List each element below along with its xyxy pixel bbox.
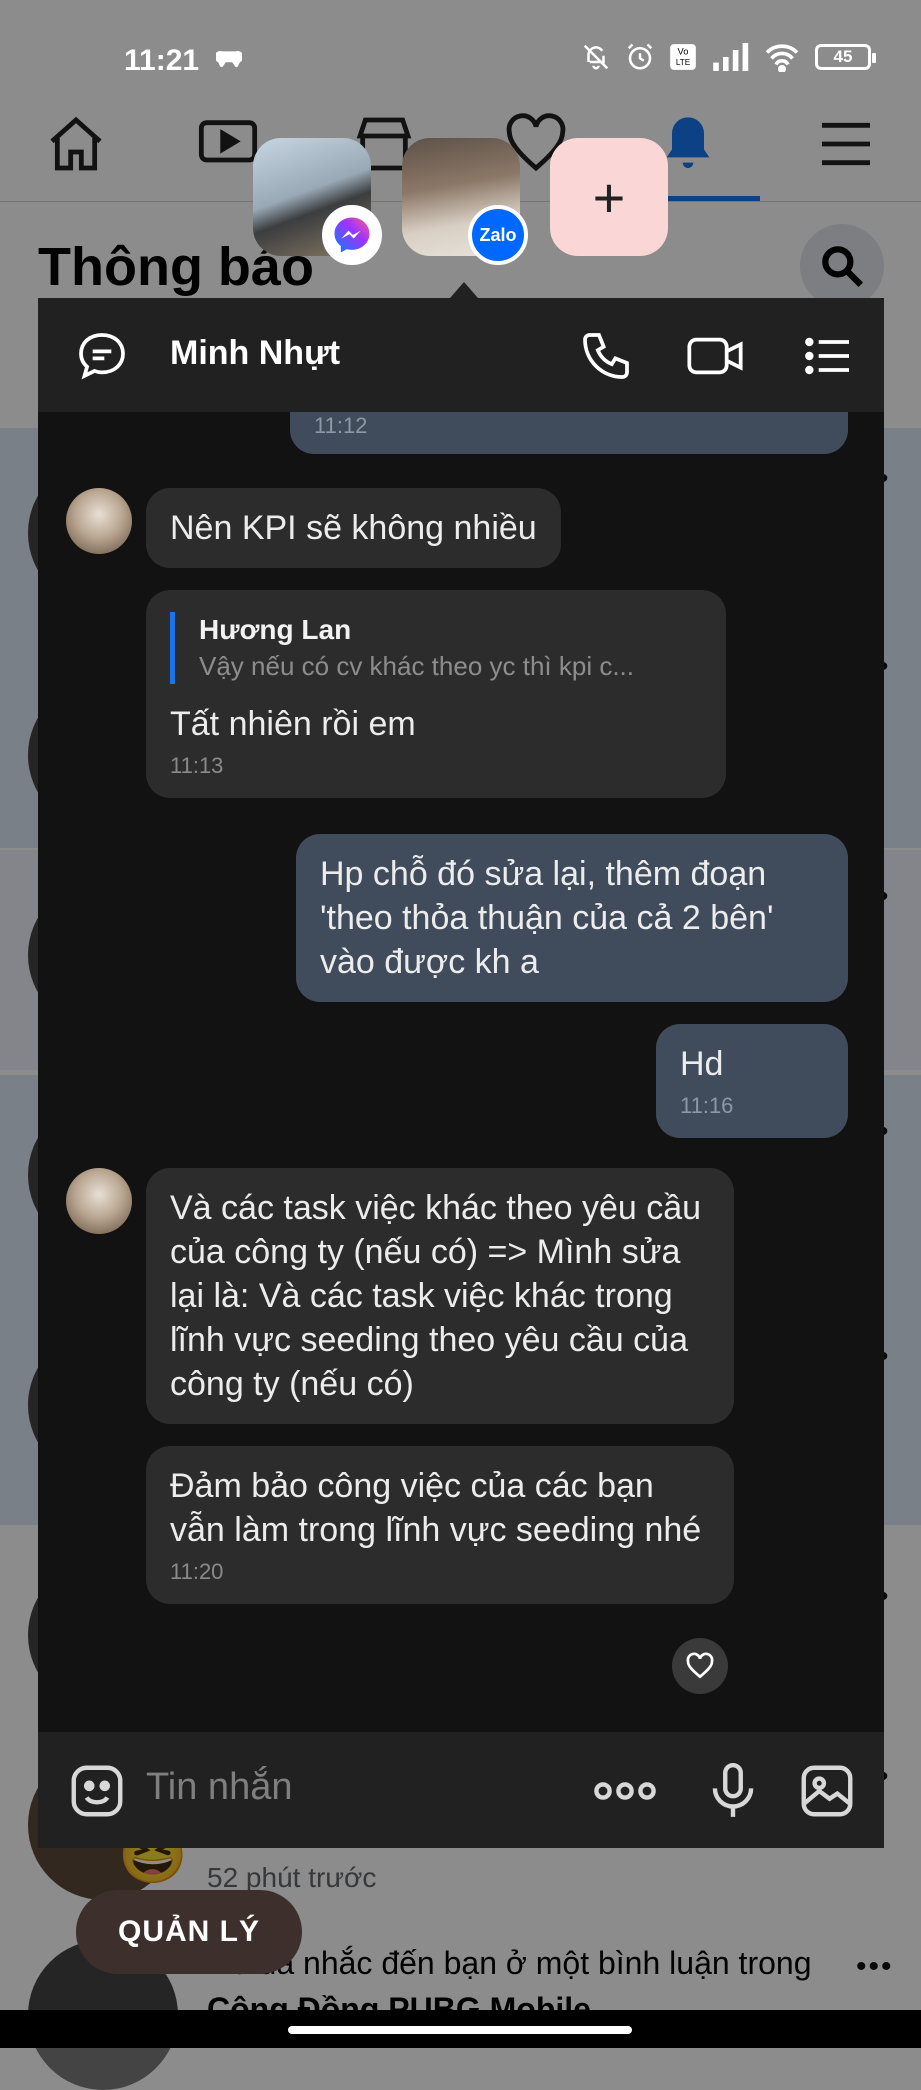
message-time: 11:16 [680,1093,734,1118]
svg-text:Vo: Vo [678,47,689,57]
message-text: Và các task việc khác theo yêu cầu của c… [170,1189,702,1403]
contact-avatar[interactable] [66,1168,132,1234]
list-menu-icon[interactable] [800,328,856,384]
panel-pointer [450,282,478,298]
message-text: Đảm bảo công việc của các bạn vẫn làm tr… [170,1467,702,1549]
chat-icon[interactable] [74,328,130,384]
home-indicator[interactable] [288,2026,632,2034]
avatar-photo [66,488,132,554]
svg-text:LTE: LTE [676,58,691,67]
quoted-text: Vậy nếu có cv khác theo yc thì kpi c... [199,651,634,681]
volte-icon: VoLTE [670,44,696,70]
signal-icon [713,43,749,71]
manage-button[interactable]: QUẢN LÝ [76,1890,302,1974]
message-bubble-outgoing[interactable]: Hd 11:16 [656,1024,848,1138]
microphone-icon[interactable] [702,1760,764,1822]
message-bubble-incoming[interactable]: Đảm bảo công việc của các bạn vẫn làm tr… [146,1446,734,1604]
react-heart-button[interactable] [672,1638,728,1694]
message-text: Hp chỗ đó sửa lại, thêm đoạn 'theo thỏa … [320,855,774,981]
mute-bell-icon [583,44,609,70]
message-bubble-outgoing[interactable]: 11:12 [290,412,848,454]
contact-avatar[interactable] [66,488,132,554]
wifi-icon [765,44,799,72]
image-gallery-icon[interactable] [796,1760,858,1822]
message-bubble-outgoing[interactable]: Hp chỗ đó sửa lại, thêm đoạn 'theo thỏa … [296,834,848,1002]
message-bubble-reply[interactable]: Hương Lan Vậy nếu có cv khác theo yc thì… [146,590,726,798]
battery-icon: 45 [815,44,876,70]
zalo-badge: Zalo [468,205,528,265]
quoted-message[interactable]: Hương Lan Vậy nếu có cv khác theo yc thì… [170,612,702,684]
message-text: Nên KPI sẽ không nhiều [170,509,537,547]
game-controller-icon [216,51,242,67]
phone-call-icon[interactable] [578,328,634,384]
message-text: Hd [680,1045,724,1083]
add-chat-button[interactable]: + [550,138,668,256]
message-bubble-incoming[interactable]: Và các task việc khác theo yêu cầu của c… [146,1168,734,1424]
status-bar: 11:21 Vo LTE 45 [0,0,921,120]
message-list[interactable]: 11:12 Nên KPI sẽ không nhiều Hương Lan V… [38,412,884,1732]
heart-icon [686,1652,714,1679]
message-time: 11:12 [314,413,368,438]
sticker-emoji-icon[interactable] [66,1760,128,1822]
status-time: 11:21 [124,44,200,77]
status-icons: Vo LTE 45 [581,42,876,72]
avatar-photo [66,1168,132,1234]
message-bubble-incoming[interactable]: Nên KPI sẽ không nhiều [146,488,561,568]
zalo-badge-label: Zalo [479,224,517,245]
message-composer: Tin nhắn [38,1732,884,1848]
message-text: Tất nhiên rồi em [170,705,416,743]
more-options-icon[interactable] [592,1760,658,1822]
message-time: 11:20 [170,1559,224,1584]
quoted-author: Hương Lan [199,614,352,645]
contact-name[interactable]: Minh Nhựt [170,334,340,373]
plus-icon: + [592,165,626,229]
video-call-icon[interactable] [684,328,746,384]
messenger-icon [322,205,382,265]
message-time: 11:13 [170,753,224,778]
message-input[interactable]: Tin nhắn [146,1766,292,1809]
chat-header: Minh Nhựt [38,298,884,412]
alarm-icon [627,43,653,70]
chat-panel: Minh Nhựt 11:12 Nên KPI sẽ không nhiều H… [38,298,884,1848]
